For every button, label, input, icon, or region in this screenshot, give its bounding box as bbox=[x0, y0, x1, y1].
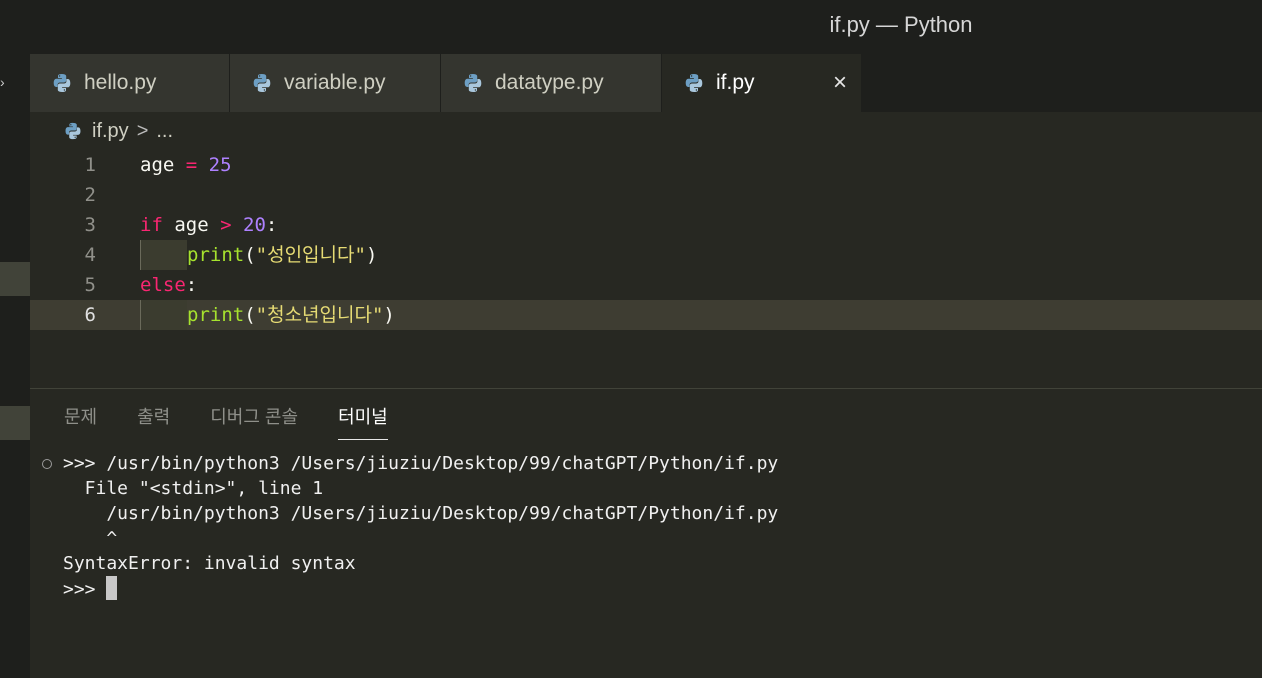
code-token: print bbox=[187, 244, 245, 266]
terminal-line: >>> /usr/bin/python3 /Users/jiuziu/Deskt… bbox=[63, 453, 779, 474]
line-number: 2 bbox=[84, 184, 96, 206]
terminal-line: File "<stdin>", line 1 bbox=[63, 478, 324, 499]
code-token: ) bbox=[383, 304, 395, 326]
tab-label: hello.py bbox=[84, 71, 157, 94]
terminal-line: /usr/bin/python3 /Users/jiuziu/Desktop/9… bbox=[63, 503, 779, 524]
code-token: ( bbox=[244, 244, 256, 266]
tab-label: variable.py bbox=[284, 71, 386, 94]
python-file-icon bbox=[53, 74, 71, 92]
code-token: : bbox=[265, 214, 278, 236]
python-file-icon bbox=[464, 74, 482, 92]
command-status-icon[interactable] bbox=[42, 459, 52, 469]
code-token: if bbox=[140, 214, 163, 236]
code-text: else: bbox=[140, 270, 197, 300]
tab-datatype-py[interactable]: datatype.py bbox=[441, 54, 662, 112]
code-token: ) bbox=[365, 244, 378, 266]
code-token: age bbox=[140, 154, 186, 176]
activity-item-highlight[interactable] bbox=[0, 406, 30, 440]
code-token: print bbox=[187, 304, 245, 326]
code-token: : bbox=[185, 274, 198, 296]
line-number: 1 bbox=[84, 154, 96, 176]
breadcrumb-file[interactable]: if.py bbox=[92, 120, 129, 143]
code-token: ( bbox=[244, 304, 256, 326]
tab-terminal[interactable]: 터미널 bbox=[338, 395, 388, 440]
code-token: 20 bbox=[243, 214, 266, 236]
terminal-cursor bbox=[106, 576, 118, 600]
code-token: 25 bbox=[208, 154, 232, 176]
code-token: "성인입니다" bbox=[255, 244, 366, 266]
code-line[interactable]: 1 age = 25 bbox=[30, 150, 1262, 180]
line-number: 5 bbox=[84, 274, 96, 296]
line-number: 6 bbox=[84, 304, 96, 326]
breadcrumb: if.py > ... bbox=[30, 112, 1262, 150]
terminal-prompt-line: >>> bbox=[63, 576, 118, 601]
tab-hello-py[interactable]: hello.py bbox=[30, 54, 230, 112]
tab-label: if.py bbox=[716, 71, 755, 94]
title-bar: if.py — Python bbox=[0, 0, 1262, 54]
breadcrumb-more[interactable]: ... bbox=[156, 120, 173, 143]
code-text: age = 25 bbox=[140, 150, 232, 180]
indent-guide bbox=[140, 240, 187, 270]
tab-label: datatype.py bbox=[495, 71, 604, 94]
bottom-panel: 문제 출력 디버그 콘솔 터미널 >>> /usr/bin/python3 /U… bbox=[30, 388, 1262, 678]
code-token: age bbox=[162, 214, 221, 236]
tab-output[interactable]: 출력 bbox=[137, 395, 170, 439]
code-line[interactable]: 4 print("성인입니다") bbox=[30, 240, 1262, 270]
chevron-icon[interactable]: › bbox=[0, 74, 6, 90]
python-file-icon bbox=[685, 74, 703, 92]
code-token: > bbox=[220, 214, 232, 236]
tab-if-py[interactable]: if.py × bbox=[662, 54, 862, 112]
code-line[interactable]: 6 print("청소년입니다") bbox=[30, 300, 1262, 330]
code-token: else bbox=[140, 274, 186, 296]
code-line[interactable]: 2 bbox=[30, 180, 1262, 210]
indent-guide bbox=[140, 300, 187, 330]
code-text: print("성인입니다") bbox=[140, 240, 377, 270]
code-token: "청소년입니다" bbox=[255, 304, 384, 326]
window-title: if.py — Python bbox=[829, 12, 973, 37]
line-number: 4 bbox=[84, 244, 96, 266]
code-line[interactable]: 5 else: bbox=[30, 270, 1262, 300]
python-file-icon bbox=[253, 74, 271, 92]
code-text: print("청소년입니다") bbox=[140, 300, 395, 330]
activity-bar: › bbox=[0, 54, 30, 678]
editor-tabs: hello.py variable.py datatype.py if.py × bbox=[30, 54, 1262, 112]
activity-item-highlight[interactable] bbox=[0, 262, 30, 296]
panel-tabs: 문제 출력 디버그 콘솔 터미널 bbox=[64, 395, 428, 440]
chevron-right-icon: > bbox=[136, 119, 149, 142]
code-token: = bbox=[185, 154, 198, 176]
tab-problems[interactable]: 문제 bbox=[64, 395, 97, 439]
code-line[interactable]: 3 if age > 20: bbox=[30, 210, 1262, 240]
tab-debug-console[interactable]: 디버그 콘솔 bbox=[210, 395, 298, 439]
terminal-line: SyntaxError: invalid syntax bbox=[63, 553, 356, 574]
terminal-line: ^ bbox=[63, 528, 118, 549]
python-file-icon bbox=[65, 122, 81, 140]
close-icon[interactable]: × bbox=[833, 69, 847, 97]
code-text: if age > 20: bbox=[140, 210, 277, 240]
terminal-prompt: >>> bbox=[63, 579, 107, 600]
tab-variable-py[interactable]: variable.py bbox=[230, 54, 441, 112]
code-editor[interactable]: 1 age = 25 2 3 if age > 20: 4 print("성인입니다") 5 e… bbox=[30, 150, 1262, 388]
line-number: 3 bbox=[84, 214, 96, 236]
